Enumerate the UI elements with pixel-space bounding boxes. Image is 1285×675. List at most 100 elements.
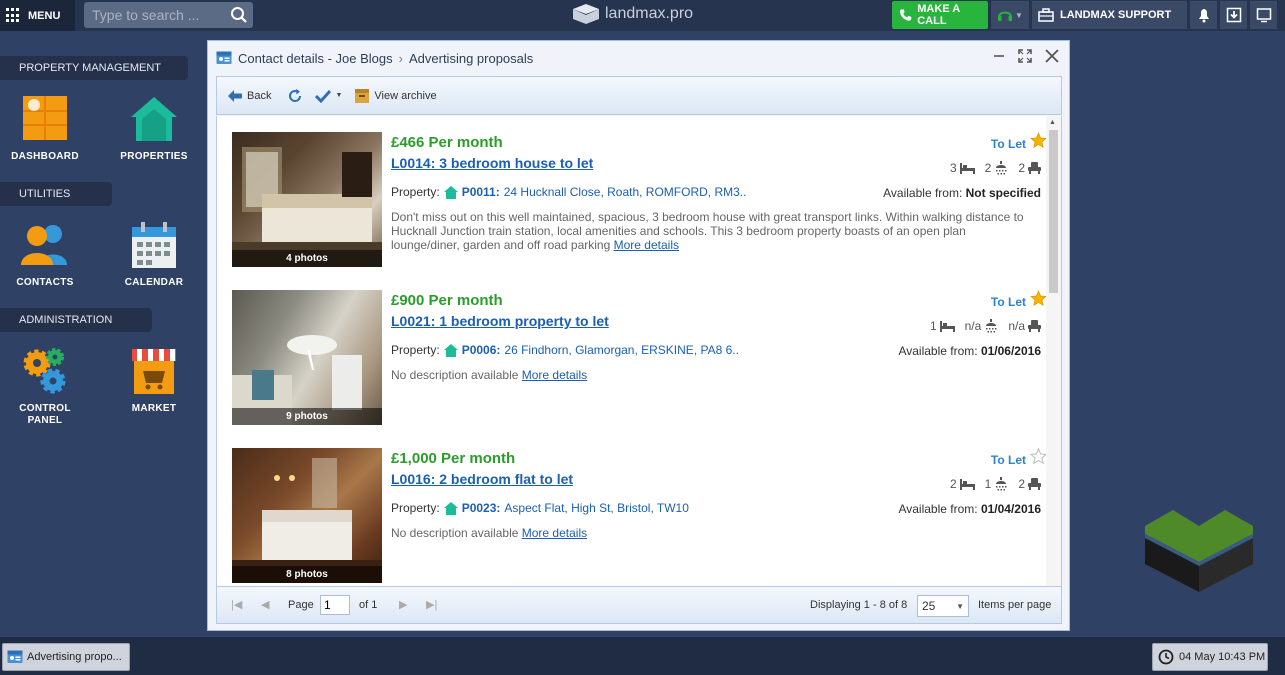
listing-features: 1 n/a n/a xyxy=(930,319,1041,333)
items-per-page-value: 25 xyxy=(922,599,936,613)
property-code-link[interactable]: P0011: xyxy=(462,185,500,199)
more-details-link[interactable]: More details xyxy=(614,238,679,252)
screen-share-button[interactable] xyxy=(1250,1,1277,29)
search-input[interactable] xyxy=(92,6,227,24)
listing-title-link[interactable]: L0016: 2 bedroom flat to let xyxy=(391,471,573,487)
bed-icon xyxy=(959,162,975,174)
shower-icon xyxy=(996,477,1007,491)
listing-description: No description available More details xyxy=(391,526,1031,540)
make-a-call-button[interactable]: MAKE A CALL xyxy=(892,1,988,29)
scrollbar-thumb[interactable] xyxy=(1049,130,1058,293)
view-archive-label: View archive xyxy=(374,89,437,102)
star-filled-icon[interactable] xyxy=(1030,290,1047,307)
search-icon[interactable] xyxy=(230,6,248,24)
search-box xyxy=(84,2,253,28)
last-page-icon[interactable]: ▶| xyxy=(426,598,437,611)
house-icon xyxy=(131,97,177,141)
listing-title-link[interactable]: L0021: 1 bedroom property to let xyxy=(391,313,609,329)
listing-price: £900 Per month xyxy=(391,292,503,309)
download-button[interactable] xyxy=(1220,1,1247,29)
app-contacts[interactable]: CONTACTS xyxy=(0,221,90,288)
bell-icon xyxy=(1198,9,1209,23)
landmax-support-button[interactable]: LANDMAX SUPPORT xyxy=(1032,1,1187,29)
description-text: No description available xyxy=(391,526,519,540)
shower-icon xyxy=(986,319,997,333)
app-dashboard[interactable]: DASHBOARD xyxy=(0,95,90,162)
listing-price: £1,000 Per month xyxy=(391,450,516,467)
view-archive-button[interactable]: View archive xyxy=(354,88,437,104)
top-bar: MENU landmax.pro MAKE A CALL ▼ LANDMAX S… xyxy=(0,0,1285,31)
bed-count: 3 xyxy=(949,161,957,175)
next-page-icon[interactable]: ▶ xyxy=(399,598,407,611)
bedroom-photo xyxy=(232,458,382,583)
listing-property: Property: P0006: 26 Findhorn, Glamorgan,… xyxy=(391,343,739,357)
headset-dropdown[interactable]: ▼ xyxy=(991,1,1029,29)
app-properties[interactable]: PROPERTIES xyxy=(109,95,199,162)
items-per-page-label: Items per page xyxy=(978,599,1052,611)
chevron-down-icon: ▼ xyxy=(956,601,964,611)
refresh-button[interactable] xyxy=(287,88,303,104)
maximize-icon[interactable] xyxy=(1018,49,1032,63)
back-button[interactable]: Back xyxy=(227,89,271,103)
archive-icon xyxy=(355,88,370,103)
bathroom-photo xyxy=(232,335,362,425)
more-details-link[interactable]: More details xyxy=(522,368,587,382)
app-label: DASHBOARD xyxy=(11,151,79,162)
breadcrumb-contact[interactable]: Contact details - Joe Blogs xyxy=(238,51,393,66)
listing-item: 4 photos £466 Per month L0014: 3 bedroom… xyxy=(232,132,1047,268)
app-market[interactable]: MARKET xyxy=(109,347,199,414)
window-controls xyxy=(993,49,1059,63)
prev-page-icon[interactable]: ◀ xyxy=(261,598,269,611)
support-label: LANDMAX SUPPORT xyxy=(1060,9,1172,21)
listing-photo[interactable]: 4 photos xyxy=(232,132,382,267)
house-icon xyxy=(443,343,458,357)
armchair-icon xyxy=(1028,478,1041,490)
status-badge: To Let xyxy=(990,137,1026,151)
items-per-page-select[interactable]: 25 ▼ xyxy=(917,595,969,617)
photo-count: 4 photos xyxy=(232,250,382,267)
notifications-button[interactable] xyxy=(1190,1,1217,29)
first-page-icon[interactable]: |◀ xyxy=(231,598,242,611)
available-label: Available from: xyxy=(883,186,963,200)
select-dropdown-button[interactable]: ▼ xyxy=(315,89,342,103)
property-code-link[interactable]: P0006: xyxy=(462,343,501,357)
listing-title-link[interactable]: L0014: 3 bedroom house to let xyxy=(391,155,593,171)
close-icon[interactable] xyxy=(1045,49,1059,63)
availability: Available from: 01/06/2016 xyxy=(898,344,1041,358)
contact-card-icon xyxy=(216,51,232,64)
app-control-panel[interactable]: CONTROL PANEL xyxy=(0,347,90,427)
listing-photo[interactable]: 8 photos xyxy=(232,448,382,583)
availability: Available from: 01/04/2016 xyxy=(898,502,1041,516)
star-filled-icon[interactable] xyxy=(1030,132,1047,149)
clock-widget[interactable]: 04 May 10:43 PM xyxy=(1152,643,1268,671)
status-badge: To Let xyxy=(990,295,1026,309)
grid-icon xyxy=(6,8,21,23)
pagination-bar: |◀ ◀ Page of 1 ▶ ▶| Displaying 1 - 8 of … xyxy=(216,586,1062,624)
menu-button[interactable]: MENU xyxy=(0,0,75,31)
more-details-link[interactable]: More details xyxy=(522,526,587,540)
listing-property: Property: P0011: 24 Hucknall Close, Roat… xyxy=(391,185,746,199)
scroll-up-icon[interactable]: ▲ xyxy=(1049,119,1056,126)
bath-count: 2 xyxy=(984,161,992,175)
listing-features: 2 1 2 xyxy=(950,477,1041,491)
property-code-link[interactable]: P0023: xyxy=(462,501,501,515)
house-icon xyxy=(443,185,458,199)
page-label: Page xyxy=(288,599,314,611)
star-outline-icon[interactable] xyxy=(1030,448,1047,465)
property-address: 26 Findhorn, Glamorgan, ERSKINE, PA8 6.. xyxy=(504,343,739,357)
available-label: Available from: xyxy=(898,502,978,516)
available-value: Not specified xyxy=(965,186,1041,200)
landmax-logo: landmax.pro xyxy=(571,3,693,25)
app-calendar[interactable]: CALENDAR xyxy=(109,221,199,288)
minimize-icon[interactable] xyxy=(993,50,1005,62)
property-address: 24 Hucknall Close, Roath, ROMFORD, RM3.. xyxy=(503,185,747,199)
bedroom-photo xyxy=(232,147,382,267)
listing-description: No description available More details xyxy=(391,368,1031,382)
vertical-scrollbar[interactable]: ▲ ▼ xyxy=(1046,116,1061,624)
bed-icon xyxy=(959,478,975,490)
taskbar-window-button[interactable]: Advertising propo... xyxy=(2,643,130,671)
download-icon xyxy=(1226,7,1241,23)
refresh-icon xyxy=(289,88,302,102)
listing-photo[interactable]: 9 photos xyxy=(232,290,382,425)
page-number-input[interactable] xyxy=(320,595,350,615)
